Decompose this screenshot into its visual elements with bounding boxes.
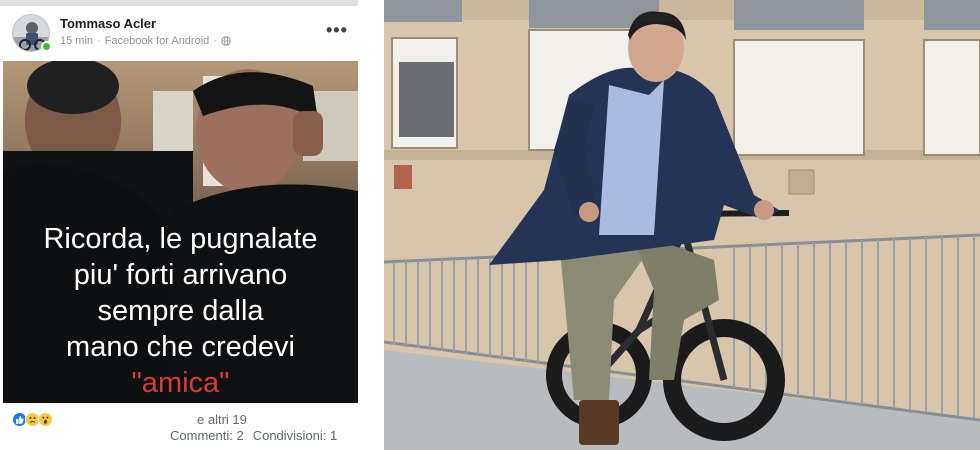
more-options-icon[interactable]: ••• [326,20,348,41]
caption-highlight: "amica" [131,367,230,399]
post-image[interactable]: Ricorda, le pugnalate piu' forti arrivan… [3,61,358,403]
image-caption: Ricorda, le pugnalate piu' forti arrivan… [3,221,358,401]
meta-separator: · [97,35,101,47]
post-author-name[interactable]: Tommaso Acler [60,16,156,31]
shares-count[interactable]: Condivisioni: 1 [253,428,338,443]
divider [0,0,358,6]
engagement-counts: Commenti: 2 Condivisioni: 1 [170,428,337,443]
wow-icon [38,412,53,427]
reaction-count-text[interactable]: e altri 19 [197,412,247,427]
post-meta: 15 min · Facebook for Android · [60,35,231,47]
cyclist-image [384,0,980,450]
online-status-dot [41,41,52,52]
caption-line: piu' forti arrivano [73,259,288,291]
reactions-summary[interactable] [12,412,53,427]
cyclist-photo [384,0,980,450]
caption-line: sempre dalla [97,295,264,327]
globe-icon[interactable] [221,36,231,46]
meta-separator: · [213,35,217,47]
facebook-post: Tommaso Acler 15 min · Facebook for Andr… [0,0,362,450]
caption-line: mano che credevi [66,331,295,363]
caption-line: Ricorda, le pugnalate [43,223,318,255]
post-time[interactable]: 15 min [60,35,93,47]
post-source: Facebook for Android [104,35,210,47]
comments-count[interactable]: Commenti: 2 [170,428,244,443]
